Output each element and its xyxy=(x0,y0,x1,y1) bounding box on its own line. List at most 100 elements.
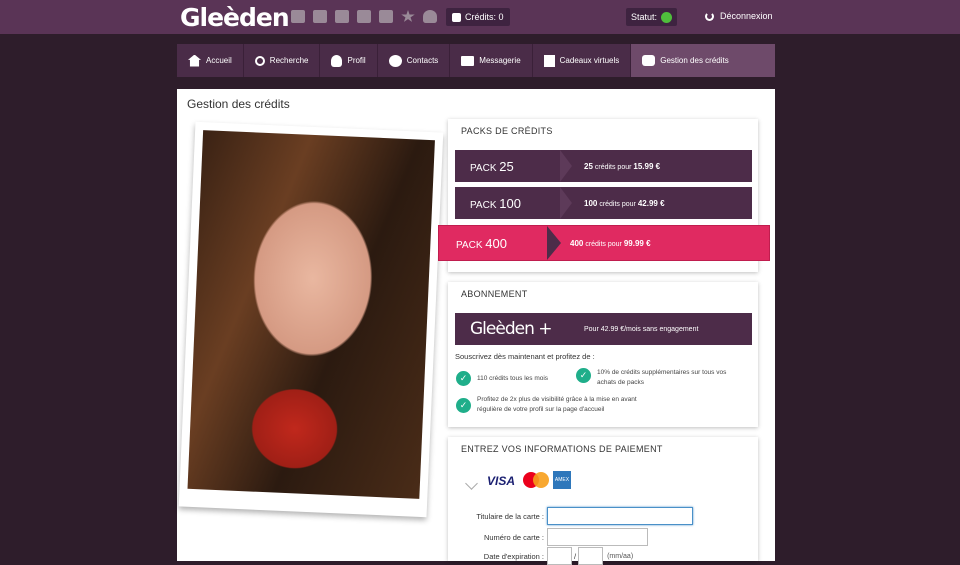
expiry-label: Date d'expiration : xyxy=(483,551,544,561)
status-online-icon xyxy=(661,11,673,23)
subscription-intro: Souscrivez dès maintenant et profitez de… xyxy=(455,352,595,361)
expiry-month-input[interactable] xyxy=(547,547,572,565)
nav-item-messagerie[interactable]: Messagerie xyxy=(450,44,533,77)
envelope-icon xyxy=(461,55,475,66)
nav-label: Recherche xyxy=(269,56,309,65)
power-icon xyxy=(705,11,714,21)
pack-credits: 100 xyxy=(584,198,598,208)
nav-label: Messagerie xyxy=(479,56,521,65)
pack-number: 25 xyxy=(499,158,514,174)
benefit-text: 10% de crédits supplémentaires sur tous … xyxy=(597,369,727,386)
holder-label: Titulaire de la carte : xyxy=(476,511,544,521)
star-icon[interactable] xyxy=(401,10,415,22)
payment-title: Entrez vos informations de paiement xyxy=(461,444,663,454)
envelope-icon[interactable] xyxy=(291,10,305,23)
photo-icon[interactable] xyxy=(313,10,327,23)
status-label: Statut: xyxy=(631,12,658,22)
expiry-row: Date d'expiration : / (mm/aa) xyxy=(453,547,633,565)
subscription-banner[interactable]: Gleèden + Pour 42.99 €/mois sans engagem… xyxy=(455,313,752,345)
benefit-item: ✓ 10% de crédits supplémentaires sur tou… xyxy=(576,368,746,388)
pack-price: 15.99 € xyxy=(633,161,661,171)
nav-item-recherche[interactable]: Recherche xyxy=(244,44,321,77)
pack-price: 42.99 € xyxy=(637,198,665,208)
coins-icon xyxy=(452,12,461,22)
subscription-title: Abonnement xyxy=(461,289,528,299)
nav-item-accueil[interactable]: Accueil xyxy=(177,44,244,77)
nav-item-contacts[interactable]: Contacts xyxy=(378,44,451,77)
pack-middle: crédits pour xyxy=(594,163,632,171)
benefit-text: Profitez de 2x plus de visibilité grâce … xyxy=(477,396,637,413)
search-icon xyxy=(254,55,265,66)
pack-info: 400 crédits pour 99.99 € xyxy=(570,239,651,248)
chat-icon[interactable] xyxy=(379,10,393,23)
pack-price: 99.99 € xyxy=(623,238,651,248)
check-icon: ✓ xyxy=(576,368,591,383)
check-icon: ✓ xyxy=(456,371,471,386)
pack-info: 25 crédits pour 15.99 € xyxy=(584,162,660,171)
amex-logo: AMEX xyxy=(553,471,571,489)
gift-icon[interactable] xyxy=(357,10,371,23)
mastercard-logo xyxy=(523,472,549,488)
top-bar: Gleèden Crédits: 0 Statut: Déconnexion xyxy=(0,0,960,34)
status-indicator[interactable]: Statut: xyxy=(626,8,678,26)
card-number-row: Numéro de carte : xyxy=(453,528,648,546)
gleeden-plus-logo: Gleèden + xyxy=(470,319,553,339)
pack-arrow xyxy=(560,150,572,182)
pack-middle: crédits pour xyxy=(585,240,622,248)
chevron-down-icon[interactable] xyxy=(465,477,478,490)
card-number-input[interactable] xyxy=(547,528,648,546)
promo-photo xyxy=(187,130,435,499)
subscription-offer: Pour 42.99 €/mois sans engagement xyxy=(584,325,699,333)
coins-icon xyxy=(642,55,656,66)
gleeden-logo[interactable]: Gleèden xyxy=(180,3,290,32)
benefit-text: 110 crédits tous les mois xyxy=(477,375,549,382)
pack-credits: 400 xyxy=(570,238,584,248)
main-content: Gestion des crédits Packs de crédits Pac… xyxy=(177,89,775,565)
holder-input[interactable] xyxy=(547,507,693,525)
pack-name: Pack 100 xyxy=(455,196,555,211)
visa-logo: VISA xyxy=(487,474,516,488)
globe-icon xyxy=(388,54,402,67)
pack-credits: 25 xyxy=(584,161,593,171)
gift-icon xyxy=(543,54,555,67)
logout-label: Déconnexion xyxy=(720,11,773,21)
pack-info: 100 crédits pour 42.99 € xyxy=(584,199,665,208)
check-icon: ✓ xyxy=(456,398,471,413)
pack-100[interactable]: Pack 100 100 crédits pour 42.99 € xyxy=(455,187,752,219)
pack-number: 100 xyxy=(499,195,521,211)
holder-row: Titulaire de la carte : xyxy=(453,507,693,525)
credits-badge[interactable]: Crédits: 0 xyxy=(446,8,510,26)
card-number-label: Numéro de carte : xyxy=(483,532,544,542)
benefit-item: ✓ Profitez de 2x plus de visibilité grâc… xyxy=(456,395,656,415)
benefit-item: ✓ 110 crédits tous les mois xyxy=(456,371,568,386)
home-icon xyxy=(188,54,201,67)
pack-prefix: Pack xyxy=(470,199,497,211)
nav-label: Contacts xyxy=(406,56,439,65)
pack-arrow xyxy=(560,187,572,219)
nav-item-profil[interactable]: Profil xyxy=(320,44,378,77)
logout-button[interactable]: Déconnexion xyxy=(705,11,773,21)
packs-card: Packs de crédits Pack 25 25 crédits pour… xyxy=(438,119,770,272)
camera-icon[interactable] xyxy=(335,10,349,23)
main-nav: Accueil Recherche Profil Contacts Messag… xyxy=(177,44,775,77)
pack-arrow xyxy=(547,226,561,260)
nav-label: Accueil xyxy=(206,56,232,65)
pack-middle: crédits pour xyxy=(599,200,636,208)
nav-item-cadeaux[interactable]: Cadeaux virtuels xyxy=(533,44,632,77)
top-icons xyxy=(291,10,437,23)
expiry-year-input[interactable] xyxy=(578,547,604,565)
nav-item-gestion-credits[interactable]: Gestion des crédits xyxy=(631,44,775,77)
pack-prefix: Pack xyxy=(470,162,497,174)
promo-photo-frame xyxy=(178,121,444,518)
nav-label: Profil xyxy=(347,56,366,65)
expiry-hint: (mm/aa) xyxy=(607,552,634,560)
page-title: Gestion des crédits xyxy=(187,97,290,111)
subscription-card: Abonnement Gleèden + Pour 42.99 €/mois s… xyxy=(448,282,758,427)
packs-title: Packs de crédits xyxy=(461,126,553,136)
heart-icon[interactable] xyxy=(423,10,437,23)
pack-25[interactable]: Pack 25 25 crédits pour 15.99 € xyxy=(455,150,752,182)
pack-prefix: Pack xyxy=(456,239,483,251)
credits-label: Crédits: 0 xyxy=(465,12,504,22)
profile-icon xyxy=(331,54,343,67)
pack-400[interactable]: Pack 400 400 crédits pour 99.99 € xyxy=(438,225,770,261)
